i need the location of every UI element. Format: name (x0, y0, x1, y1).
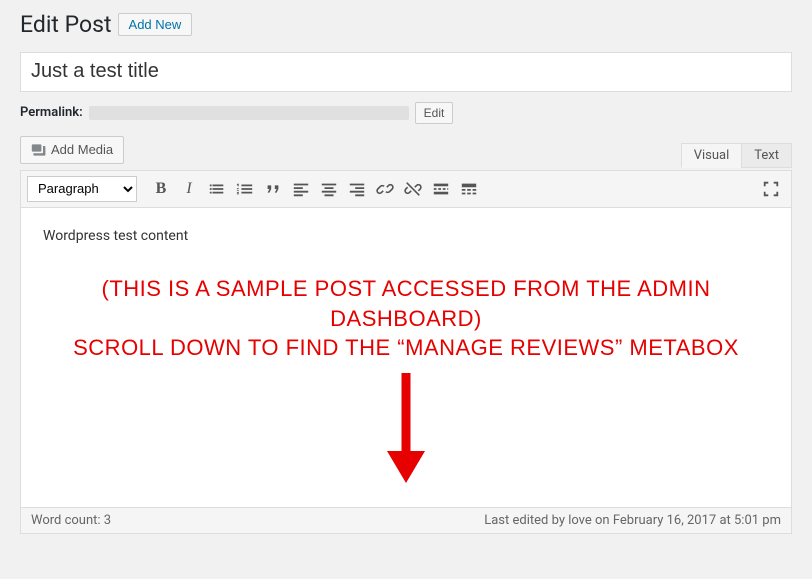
quote-icon (264, 180, 282, 198)
toolbar-toggle-button[interactable] (455, 175, 483, 203)
readmore-icon (432, 180, 450, 198)
readmore-button[interactable] (427, 175, 455, 203)
post-title-input[interactable] (20, 52, 792, 92)
numbered-list-icon (236, 180, 254, 198)
align-center-button[interactable] (315, 175, 343, 203)
blockquote-button[interactable] (259, 175, 287, 203)
annotation-line-2: Scroll down to find the “Manage Reviews”… (43, 333, 769, 363)
permalink-row: Permalink: Edit (20, 92, 792, 136)
unlink-icon (404, 180, 422, 198)
align-center-icon (320, 180, 338, 198)
numbered-list-button[interactable] (231, 175, 259, 203)
italic-button[interactable]: I (175, 175, 203, 203)
unlink-button[interactable] (399, 175, 427, 203)
align-left-button[interactable] (287, 175, 315, 203)
link-icon (376, 180, 394, 198)
tab-text[interactable]: Text (741, 143, 792, 168)
align-left-icon (292, 180, 310, 198)
add-media-button[interactable]: Add Media (20, 136, 124, 164)
post-content: Wordpress test content (43, 228, 769, 244)
page-title: Edit Post (20, 10, 112, 40)
permalink-edit-button[interactable]: Edit (415, 102, 454, 124)
editor-toolbar: Paragraph B I (20, 170, 792, 208)
word-count: Word count: 3 (31, 513, 111, 528)
bullet-list-button[interactable] (203, 175, 231, 203)
arrow-down-icon (381, 373, 431, 483)
permalink-label: Permalink: (20, 105, 83, 120)
tab-visual[interactable]: Visual (681, 143, 743, 168)
add-media-label: Add Media (51, 142, 113, 157)
last-edited: Last edited by love on February 16, 2017… (484, 513, 781, 528)
permalink-url-blurred (89, 106, 409, 120)
link-button[interactable] (371, 175, 399, 203)
annotation-overlay: (This is a sample post accessed from the… (43, 274, 769, 363)
toolbar-toggle-icon (460, 180, 478, 198)
media-icon (31, 142, 47, 158)
annotation-line-1: (This is a sample post accessed from the… (43, 274, 769, 333)
format-select[interactable]: Paragraph (27, 176, 137, 202)
align-right-button[interactable] (343, 175, 371, 203)
align-right-icon (348, 180, 366, 198)
fullscreen-icon (762, 180, 780, 198)
bullet-list-icon (208, 180, 226, 198)
editor-status-bar: Word count: 3 Last edited by love on Feb… (20, 508, 792, 534)
fullscreen-button[interactable] (757, 175, 785, 203)
editor-content-area[interactable]: Wordpress test content (This is a sample… (20, 208, 792, 508)
bold-button[interactable]: B (147, 175, 175, 203)
add-new-button[interactable]: Add New (118, 13, 193, 36)
